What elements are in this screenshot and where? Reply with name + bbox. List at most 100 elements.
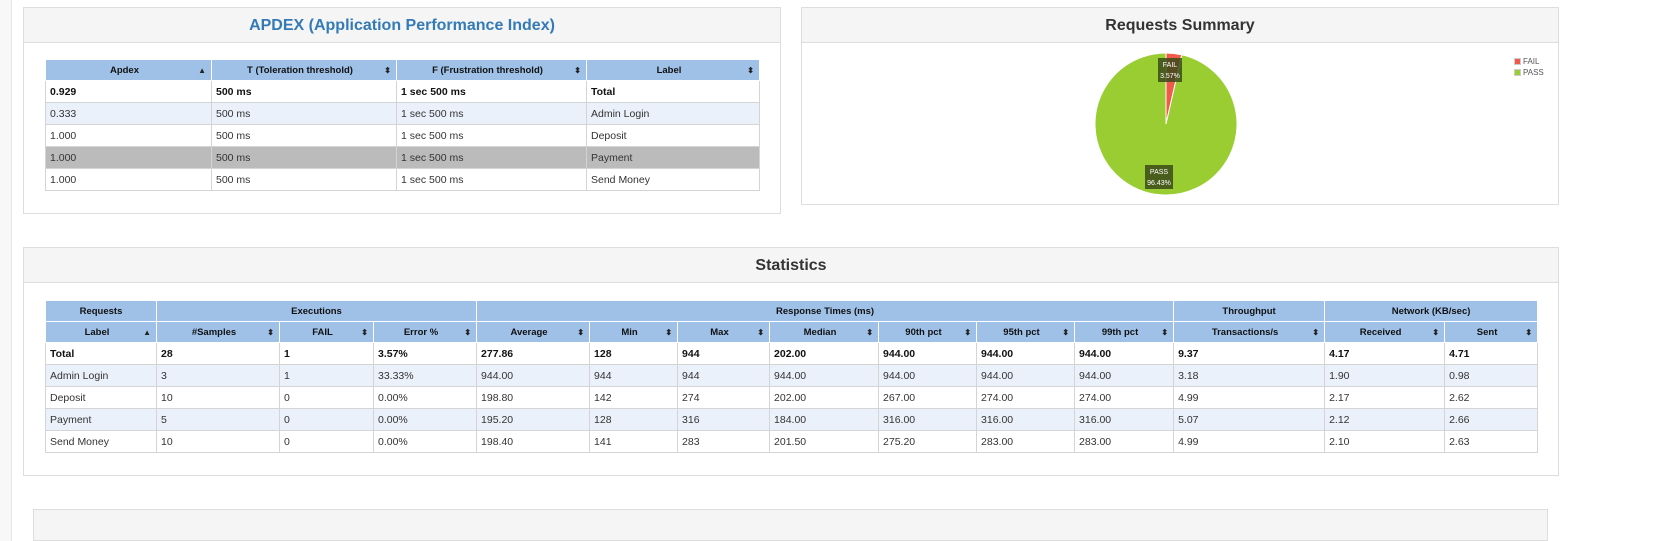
stat-col-text: 95th pct: [1003, 326, 1040, 338]
stat-col-label[interactable]: Label ▲: [45, 321, 157, 343]
stat-col-average[interactable]: Average ⬍: [476, 321, 591, 343]
statistics-cell: 1: [279, 342, 374, 365]
statistics-cell: 0: [279, 386, 374, 409]
apdex-col-toleration[interactable]: T (Toleration threshold) ⬍: [211, 59, 397, 81]
statistics-row[interactable]: Payment 5 0 0.00% 195.20 128 316 184.00 316.00 31…: [45, 408, 1539, 431]
statistics-row[interactable]: Send Money 10 0 0.00% 198.40 141 283 201.50 275.…: [45, 430, 1539, 453]
stat-col-text: Label: [84, 326, 110, 338]
apdex-cell: Payment: [586, 146, 760, 169]
legend-item-pass[interactable]: PASS: [1514, 67, 1544, 78]
apdex-col-label-header[interactable]: Label ⬍: [586, 59, 760, 81]
apdex-cell: 1 sec 500 ms: [396, 124, 587, 147]
sort-icon: ⬍: [574, 66, 581, 75]
sort-icon: ⬍: [757, 328, 765, 337]
stat-col-median[interactable]: Median ⬍: [769, 321, 880, 343]
statistics-header-row: Label ▲ #Samples ⬍ FAIL ⬍ Error % ⬍ Average ⬍…: [45, 321, 1539, 343]
apdex-col-label: F (Frustration threshold): [432, 64, 543, 76]
statistics-cell: 10: [156, 430, 280, 453]
statistics-cell: 283.00: [976, 430, 1076, 453]
sort-icon: ⬍: [1062, 328, 1070, 337]
stat-col-99th[interactable]: 99th pct ⬍: [1074, 321, 1175, 343]
stat-col-max[interactable]: Max ⬍: [677, 321, 771, 343]
statistics-cell: 3: [156, 364, 280, 387]
statistics-cell: 944: [589, 364, 679, 387]
apdex-col-apdex[interactable]: Apdex ▲: [45, 59, 212, 81]
statistics-cell: Total: [45, 342, 157, 365]
statistics-cell: 2.10: [1324, 430, 1446, 453]
statistics-cell: 5.07: [1173, 408, 1326, 431]
statistics-cell: 202.00: [769, 386, 880, 409]
statistics-cell: 195.20: [476, 408, 591, 431]
stat-col-received[interactable]: Received ⬍: [1324, 321, 1446, 343]
statistics-cell: 316.00: [976, 408, 1076, 431]
stat-col-min[interactable]: Min ⬍: [589, 321, 679, 343]
group-response-times: Response Times (ms): [476, 300, 1175, 322]
stat-col-text: Min: [621, 326, 638, 338]
sort-icon: ⬍: [464, 328, 472, 337]
stat-col-text: Max: [710, 326, 729, 338]
statistics-cell: 0: [279, 430, 374, 453]
statistics-cell: 2.17: [1324, 386, 1446, 409]
legend-swatch-pass: [1514, 69, 1521, 77]
group-requests: Requests: [45, 300, 157, 322]
stat-col-samples[interactable]: #Samples ⬍: [156, 321, 280, 343]
sort-icon: ⬍: [665, 328, 673, 337]
apdex-title: APDEX (Application Performance Index): [24, 8, 780, 43]
statistics-cell: 202.00: [769, 342, 880, 365]
stat-col-sent[interactable]: Sent ⬍: [1444, 321, 1539, 343]
apdex-cell: 1.000: [45, 146, 212, 169]
pie-legend: FAIL PASS: [1514, 56, 1544, 78]
apdex-row-selected[interactable]: 1.000 500 ms 1 sec 500 ms Payment: [45, 146, 760, 169]
statistics-cell: 944.00: [878, 364, 978, 387]
apdex-table: Apdex ▲ T (Toleration threshold) ⬍ F (Frus…: [45, 59, 760, 191]
stat-col-text: #Samples: [191, 326, 237, 338]
stat-col-transactions[interactable]: Transactions/s ⬍: [1173, 321, 1326, 343]
apdex-row[interactable]: 1.000 500 ms 1 sec 500 ms Send Money: [45, 168, 760, 191]
stat-col-fail[interactable]: FAIL ⬍: [279, 321, 374, 343]
apdex-cell: 1 sec 500 ms: [396, 168, 587, 191]
sort-asc-icon: ▲: [198, 66, 206, 75]
apdex-col-label: T (Toleration threshold): [247, 64, 353, 76]
statistics-cell: 4.17: [1324, 342, 1446, 365]
apdex-panel: APDEX (Application Performance Index) Ap…: [23, 7, 781, 214]
statistics-cell: 3.18: [1173, 364, 1326, 387]
apdex-col-frustration[interactable]: F (Frustration threshold) ⬍: [396, 59, 587, 81]
statistics-row[interactable]: Deposit 10 0 0.00% 198.80 142 274 202.00 267.00 2…: [45, 386, 1539, 409]
stat-col-90th[interactable]: 90th pct ⬍: [878, 321, 978, 343]
statistics-row-total[interactable]: Total 28 1 3.57% 277.86 128 944 202.00 944.00 944…: [45, 342, 1539, 365]
stat-col-error-pct[interactable]: Error % ⬍: [372, 321, 478, 343]
left-sidebar-edge: [0, 0, 12, 541]
statistics-cell: 4.71: [1444, 342, 1539, 365]
statistics-cell: 141: [589, 430, 679, 453]
statistics-cell: 2.66: [1444, 408, 1539, 431]
apdex-cell: 500 ms: [211, 124, 397, 147]
statistics-cell: 0.00%: [372, 430, 478, 453]
statistics-cell: 2.62: [1444, 386, 1539, 409]
apdex-row[interactable]: 0.333 500 ms 1 sec 500 ms Admin Login: [45, 102, 760, 125]
statistics-cell: 944: [677, 364, 771, 387]
apdex-cell: Admin Login: [586, 102, 760, 125]
legend-item-fail[interactable]: FAIL: [1514, 56, 1544, 67]
sort-icon: ⬍: [747, 66, 754, 75]
pie-chart: FAIL 3.57% PASS 96.43%: [1094, 52, 1238, 196]
statistics-row[interactable]: Admin Login 3 1 33.33% 944.00 944 944 944.00 944…: [45, 364, 1539, 387]
pie-chart-svg: FAIL 3.57% PASS 96.43%: [1094, 52, 1238, 196]
statistics-cell: 198.40: [476, 430, 591, 453]
stat-col-text: Error %: [403, 326, 439, 338]
apdex-header-row: Apdex ▲ T (Toleration threshold) ⬍ F (Frus…: [45, 59, 760, 81]
pie-label-fail-group: FAIL 3.57%: [1158, 58, 1182, 82]
statistics-cell: 944.00: [976, 364, 1076, 387]
statistics-cell: 274.00: [976, 386, 1076, 409]
sort-asc-icon: ▲: [143, 328, 151, 337]
apdex-row-total[interactable]: 0.929 500 ms 1 sec 500 ms Total: [45, 80, 760, 103]
statistics-cell: 0.00%: [372, 386, 478, 409]
statistics-cell: 274: [677, 386, 771, 409]
apdex-cell: 1.000: [45, 168, 212, 191]
statistics-cell: 33.33%: [372, 364, 478, 387]
stat-col-text: Received: [1359, 326, 1402, 338]
pie-label-fail-name: FAIL: [1163, 62, 1178, 69]
stat-col-95th[interactable]: 95th pct ⬍: [976, 321, 1076, 343]
apdex-row[interactable]: 1.000 500 ms 1 sec 500 ms Deposit: [45, 124, 760, 147]
stat-col-text: Transactions/s: [1211, 326, 1279, 338]
statistics-table: Requests Executions Response Times (ms) …: [45, 300, 1539, 453]
